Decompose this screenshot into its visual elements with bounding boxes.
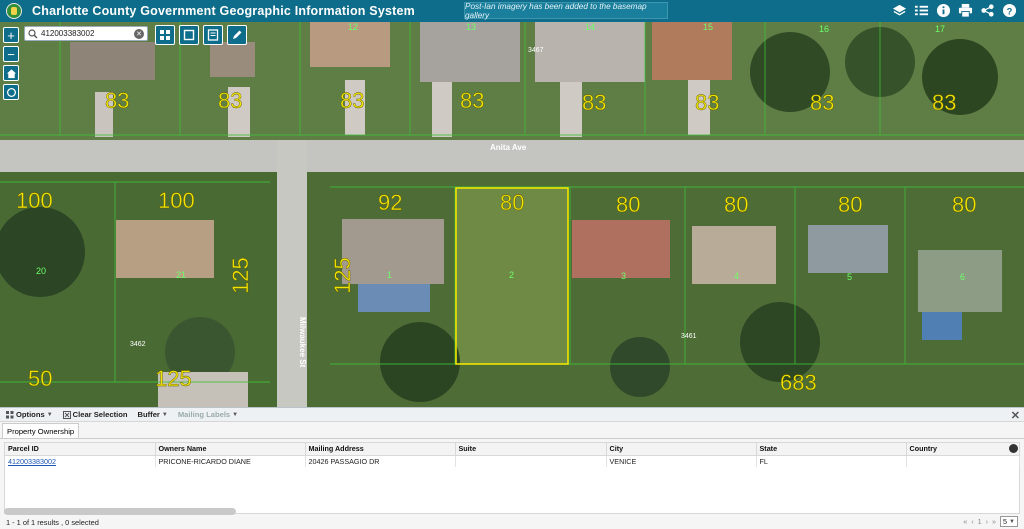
map-toolbar	[155, 25, 247, 45]
chevron-down-icon: ▼	[232, 411, 239, 418]
tab-property-ownership[interactable]: Property Ownership	[2, 423, 80, 438]
city-cell: VENICE	[606, 455, 757, 467]
status-bar: 1 - 1 of 1 results , 0 selected « ‹ 1 › …	[0, 515, 1024, 529]
clear-search-icon[interactable]: ✕	[134, 28, 144, 39]
last-page-icon[interactable]: »	[992, 517, 996, 526]
mailing-labels-label: Mailing Labels	[177, 410, 231, 419]
clear-selection-label: Clear Selection	[72, 410, 128, 419]
options-grid-icon	[6, 410, 14, 418]
search-icon	[28, 28, 38, 38]
chevron-down-icon: ▼	[1009, 518, 1015, 525]
options-label: Options	[16, 410, 45, 419]
close-panel-icon[interactable]: ✕	[1011, 409, 1020, 422]
page-size-value: 5	[1003, 517, 1008, 526]
map-view[interactable]: 83 83 83 83 83 83 83 83 100 100 92 80 80…	[0, 22, 1024, 407]
help-icon[interactable]: ?	[1001, 2, 1018, 19]
prev-page-icon[interactable]: ‹	[971, 517, 973, 526]
state-cell: FL	[756, 455, 907, 467]
ownership-table: Parcel ID Owners Name Mailing Address Su…	[4, 442, 1020, 514]
search-value[interactable]: 412003383002	[41, 29, 134, 38]
parcel-id-link[interactable]: 412003383002	[8, 457, 56, 466]
panel-toolbar: Options ▼ Clear Selection Buffer ▼ Maili…	[0, 408, 1024, 422]
first-page-icon[interactable]: «	[963, 517, 967, 526]
select-tool-button[interactable]	[179, 25, 199, 45]
options-menu[interactable]: Options ▼	[6, 410, 53, 419]
home-button[interactable]	[3, 65, 19, 81]
page-size-select[interactable]: 5 ▼	[1000, 516, 1018, 527]
imagery-notice: Post-Ian imagery has been added to the b…	[464, 2, 668, 20]
results-status: 1 - 1 of 1 results , 0 selected	[6, 517, 99, 527]
table-header-row: Parcel ID Owners Name Mailing Address Su…	[5, 443, 1020, 456]
map-navigation: + −	[3, 27, 19, 100]
clear-selection-button[interactable]: Clear Selection	[62, 410, 128, 419]
chevron-down-icon: ▼	[46, 411, 53, 418]
info-icon[interactable]	[935, 2, 952, 19]
column-header[interactable]: State	[756, 443, 907, 456]
app-window: Charlotte County Government Geographic I…	[0, 0, 1024, 529]
column-header[interactable]: Mailing Address	[305, 443, 456, 456]
mailing-address-cell: 20426 PASSAGIO DR	[305, 455, 456, 467]
column-header[interactable]: Suite	[455, 443, 607, 456]
tasks-icon[interactable]	[913, 2, 930, 19]
country-cell	[906, 455, 1020, 467]
column-header[interactable]: Owners Name	[155, 443, 306, 456]
owner-name-cell: PRICONE-RICARDO DIANE	[155, 455, 306, 467]
notes-button[interactable]	[203, 25, 223, 45]
parcel-search-input[interactable]: 412003383002 ✕	[24, 26, 148, 41]
suite-cell	[455, 455, 607, 467]
horizontal-scrollbar[interactable]	[4, 508, 236, 515]
notes-icon	[207, 29, 219, 41]
header-toolbar: ?	[891, 2, 1018, 19]
home-icon	[6, 68, 16, 78]
mailing-labels-menu[interactable]: Mailing Labels ▼	[178, 410, 238, 419]
pagination: « ‹ 1 › » 5 ▼	[963, 516, 1018, 527]
column-header[interactable]: Parcel ID	[5, 443, 156, 456]
draw-button[interactable]	[227, 25, 247, 45]
panel-tabs: Property Ownership	[0, 422, 1024, 439]
basemap-gallery-button[interactable]	[155, 25, 175, 45]
current-page: 1	[977, 517, 982, 526]
locate-icon	[6, 87, 16, 97]
zoom-in-button[interactable]: +	[3, 27, 19, 43]
aerial-basemap[interactable]	[0, 22, 1024, 407]
column-header[interactable]: Country	[906, 443, 1020, 456]
select-rectangle-icon	[183, 29, 195, 41]
clear-icon	[62, 410, 71, 419]
grid-icon	[160, 30, 170, 40]
buffer-menu[interactable]: Buffer ▼	[138, 410, 168, 419]
chevron-down-icon: ▼	[161, 411, 168, 418]
print-icon[interactable]	[957, 2, 974, 19]
locate-button[interactable]	[3, 84, 19, 100]
layers-icon[interactable]	[891, 2, 908, 19]
next-page-icon[interactable]: ›	[986, 517, 988, 526]
app-title: Charlotte County Government Geographic I…	[32, 4, 415, 18]
county-seal-logo	[6, 3, 22, 19]
column-settings-icon[interactable]	[1009, 444, 1018, 453]
app-header: Charlotte County Government Geographic I…	[0, 0, 1024, 22]
share-icon[interactable]	[979, 2, 996, 19]
zoom-out-button[interactable]: −	[3, 46, 19, 62]
column-header[interactable]: City	[606, 443, 757, 456]
svg-text:?: ?	[1007, 6, 1013, 16]
table-row[interactable]: 412003383002 PRICONE-RICARDO DIANE 20426…	[5, 455, 1020, 467]
pencil-icon	[233, 30, 242, 39]
buffer-label: Buffer	[137, 410, 160, 419]
